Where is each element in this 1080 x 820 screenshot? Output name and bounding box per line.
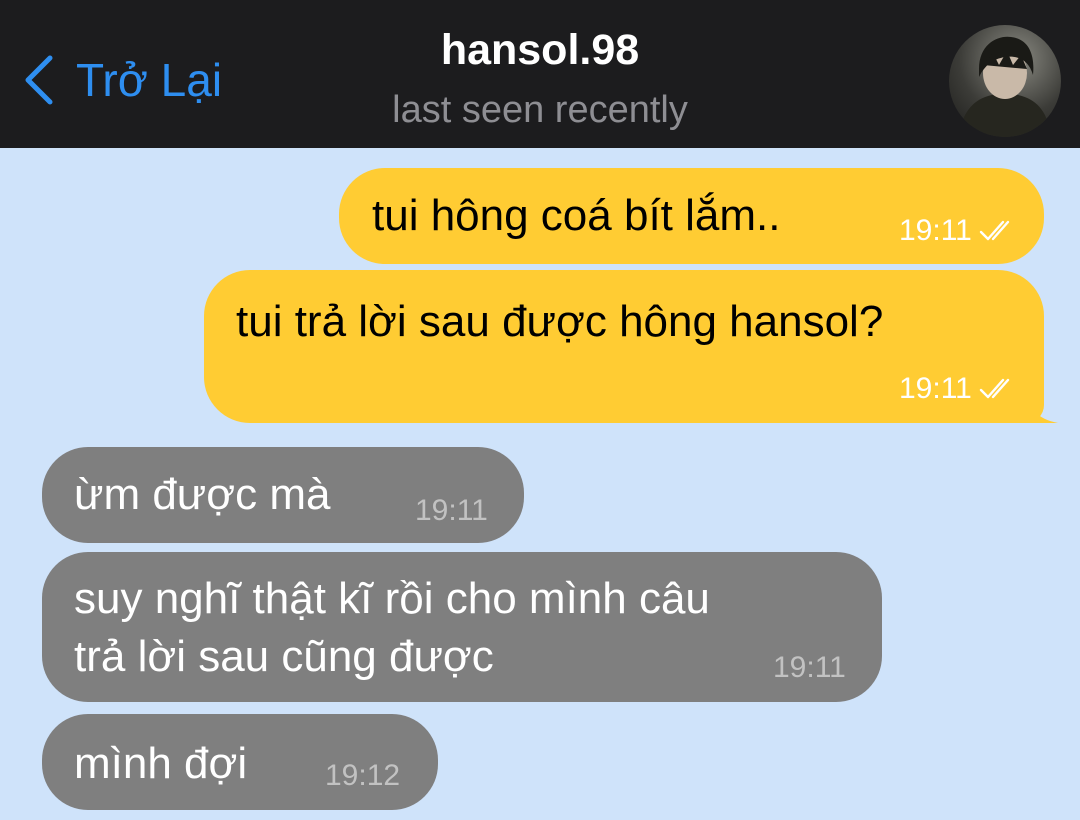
message-bubble-incoming[interactable]: ừm được mà 19:11 (42, 447, 524, 543)
message-text: tui trả lời sau được hông hansol? (236, 297, 884, 346)
message-time: 19:11 (773, 651, 846, 684)
message-text: tui hông coá bít lắm.. (372, 191, 781, 240)
message-bubble-outgoing[interactable]: tui trả lời sau được hông hansol? 19:11 (204, 270, 1058, 423)
message-bubble-outgoing[interactable]: tui hông coá bít lắm.. 19:11 (339, 168, 1044, 264)
message-text: ừm được mà (74, 470, 331, 519)
message-bubble-incoming[interactable]: mình đợi 19:12 (42, 714, 438, 810)
message-text: mình đợi (74, 739, 248, 788)
message-text: suy nghĩ thật kĩ rồi cho mình câu trả lờ… (74, 574, 710, 681)
message-time: 19:12 (325, 759, 401, 792)
bubble-tail (1024, 389, 1058, 423)
chat-header: Trở Lại hansol.98 last seen recently (0, 0, 1080, 148)
message-time: 19:11 (899, 372, 972, 405)
message-time: 19:11 (415, 494, 488, 527)
read-checkmarks-icon (979, 378, 1010, 399)
message-time: 19:11 (899, 214, 972, 247)
contact-status: last seen recently (392, 89, 688, 131)
avatar-image (959, 36, 1051, 137)
contact-info[interactable]: hansol.98 last seen recently (0, 22, 1080, 136)
message-bubble-incoming[interactable]: suy nghĩ thật kĩ rồi cho mình câu trả lờ… (42, 552, 882, 702)
avatar[interactable] (949, 25, 1061, 137)
contact-name: hansol.98 (440, 26, 640, 74)
read-checkmarks-icon (979, 220, 1010, 241)
